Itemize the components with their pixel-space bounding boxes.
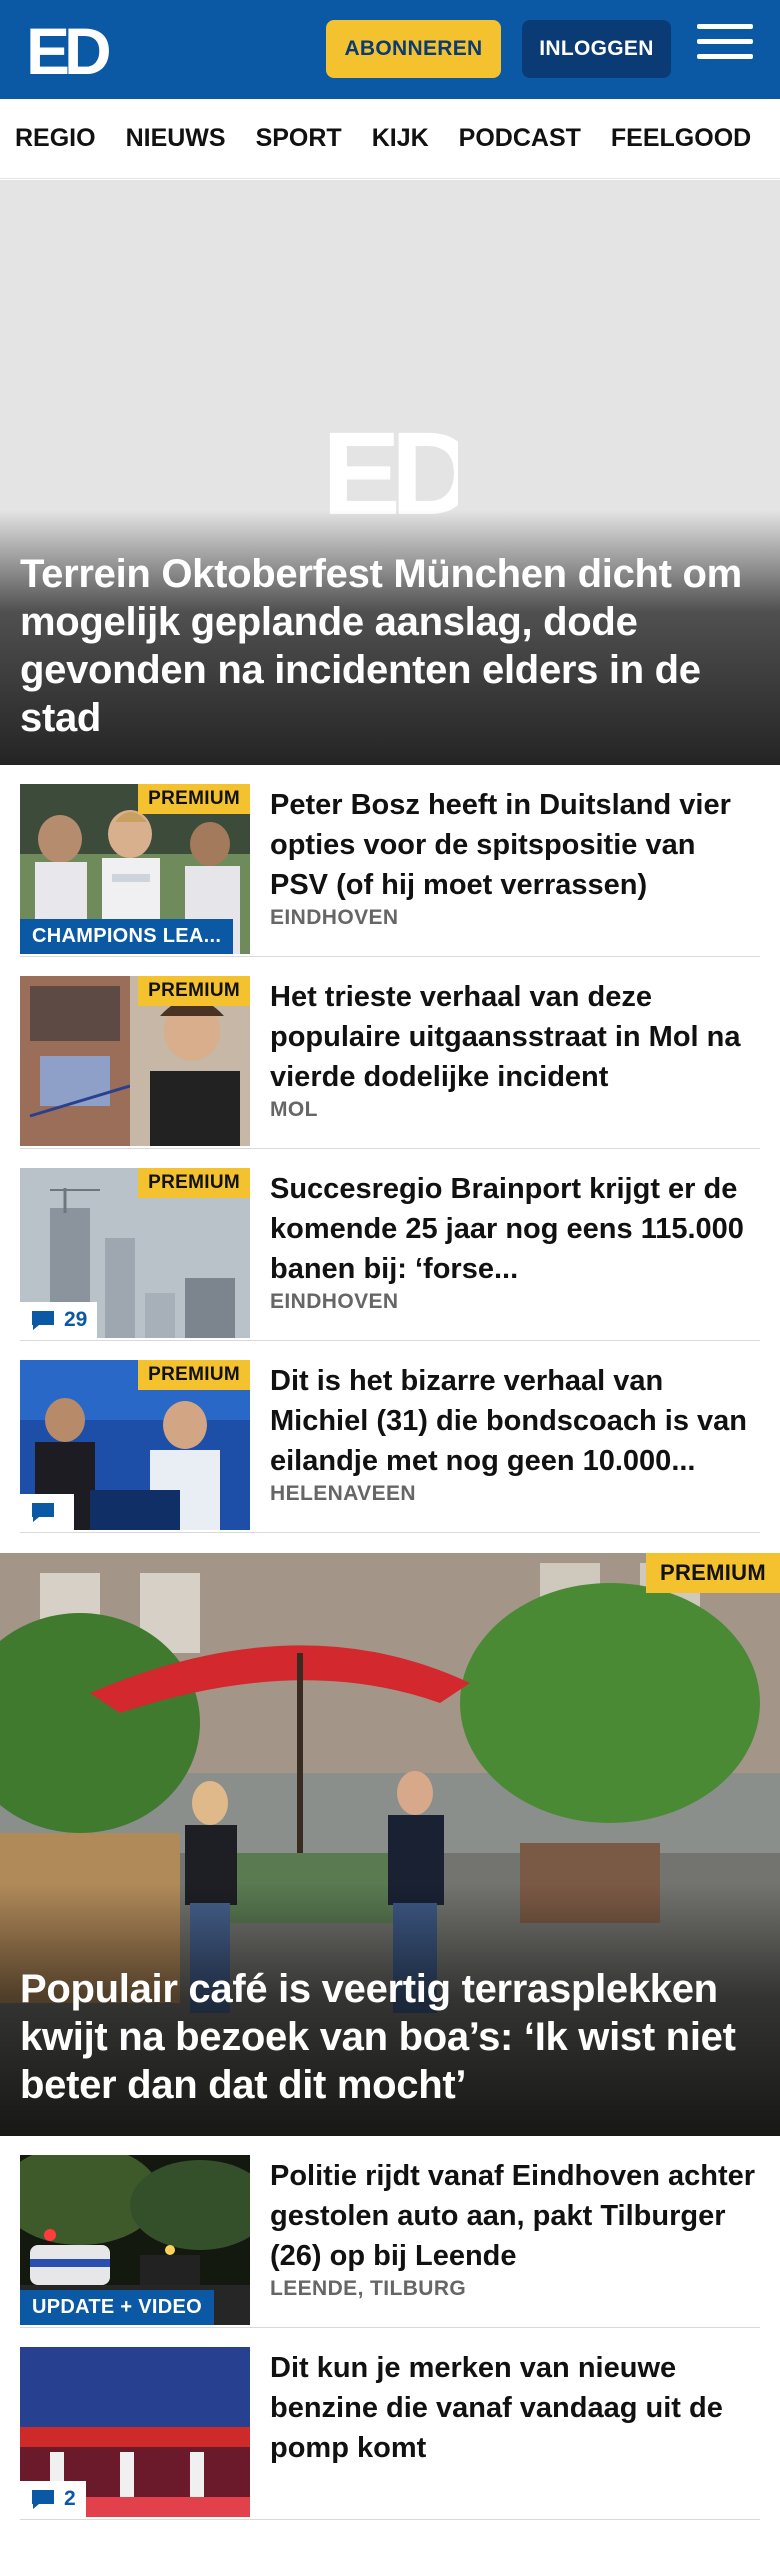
comment-count[interactable]: 29 [20,1302,98,1338]
article-thumbnail[interactable]: PREMIUM 29 [20,1168,250,1338]
article-title[interactable]: Succesregio Brainport krijgt er de komen… [270,1169,760,1289]
article-title[interactable]: Het trieste verhaal van deze populaire u… [270,977,760,1097]
article-thumbnail[interactable]: PREMIUM [20,1360,250,1530]
article-row[interactable]: UPDATE + VIDEO Politie rijdt vanaf Eindh… [20,2136,760,2328]
article-row[interactable]: PREMIUM 29 Succesregio Brainport krijgt … [20,1149,760,1341]
comment-count-value: 2 [64,2487,76,2510]
article-row[interactable]: PREMIUM CHAMPIONS LEA... Peter Bosz heef… [20,765,760,957]
section-nav: REGIO NIEUWS SPORT KIJK PODCAST FEELGOOD [0,99,780,179]
article-thumbnail[interactable]: UPDATE + VIDEO [20,2155,250,2325]
premium-badge: PREMIUM [138,1360,250,1390]
nav-item-feelgood[interactable]: FEELGOOD [611,124,751,153]
premium-badge: PREMIUM [138,1168,250,1198]
article-location: HELENAVEEN [270,1482,416,1505]
feature-title[interactable]: Populair café is veertig terrasplekken k… [20,1965,760,2109]
comment-count[interactable] [20,1494,74,1530]
article-thumbnail[interactable]: PREMIUM CHAMPIONS LEA... [20,784,250,954]
comment-icon [32,2490,54,2509]
article-location: EINDHOVEN [270,1290,399,1313]
nav-item-kijk[interactable]: KIJK [372,124,429,153]
nav-item-sport[interactable]: SPORT [256,124,342,153]
premium-badge: PREMIUM [138,976,250,1006]
nav-item-regio[interactable]: REGIO [15,124,96,153]
hero-title[interactable]: Terrein Oktoberfest München dicht om mog… [20,550,760,742]
article-title[interactable]: Politie rijdt vanaf Eindhoven achter ges… [270,2156,760,2276]
article-location: LEENDE, TILBURG [270,2277,467,2300]
nav-fade [760,99,780,178]
feature-article[interactable]: PREMIUM Populair café is veertig terrasp… [0,1553,780,2136]
comment-count-value: 29 [64,1308,88,1331]
svg-text:ED: ED [26,22,109,78]
article-title[interactable]: Dit kun je merken van nieuwe benzine die… [270,2348,760,2468]
category-tag[interactable]: CHAMPIONS LEA... [20,919,234,954]
site-logo[interactable]: ED [26,22,116,78]
login-button[interactable]: INLOGGEN [522,20,671,78]
placeholder-logo: ED [322,420,458,520]
subscribe-button[interactable]: ABONNEREN [326,20,501,78]
article-thumbnail[interactable]: PREMIUM [20,976,250,1146]
svg-text:ED: ED [322,420,458,520]
article-row[interactable]: PREMIUM Het trieste verhaal van deze pop… [20,957,760,1149]
nav-item-podcast[interactable]: PODCAST [459,124,581,153]
article-row[interactable]: PREMIUM Dit is het bizarre verhaal van M… [20,1341,760,1533]
top-header: ED ABONNEREN INLOGGEN [0,0,780,99]
premium-badge: PREMIUM [138,784,250,814]
hamburger-menu-icon[interactable] [697,24,753,72]
article-row[interactable]: 2 Dit kun je merken van nieuwe benzine d… [20,2328,760,2520]
premium-badge: PREMIUM [646,1553,780,1593]
comment-icon [32,1311,54,1330]
article-title[interactable]: Peter Bosz heeft in Duitsland vier optie… [270,785,760,905]
hero-article[interactable]: ED Terrein Oktoberfest München dicht om … [0,180,780,765]
article-title[interactable]: Dit is het bizarre verhaal van Michiel (… [270,1361,760,1481]
article-location: MOL [270,1098,318,1121]
article-thumbnail[interactable]: 2 [20,2347,250,2517]
nav-item-nieuws[interactable]: NIEUWS [126,124,226,153]
comment-count[interactable]: 2 [20,2481,86,2517]
article-location: EINDHOVEN [270,906,399,929]
comment-icon [32,1503,54,1522]
update-video-tag[interactable]: UPDATE + VIDEO [20,2290,214,2325]
